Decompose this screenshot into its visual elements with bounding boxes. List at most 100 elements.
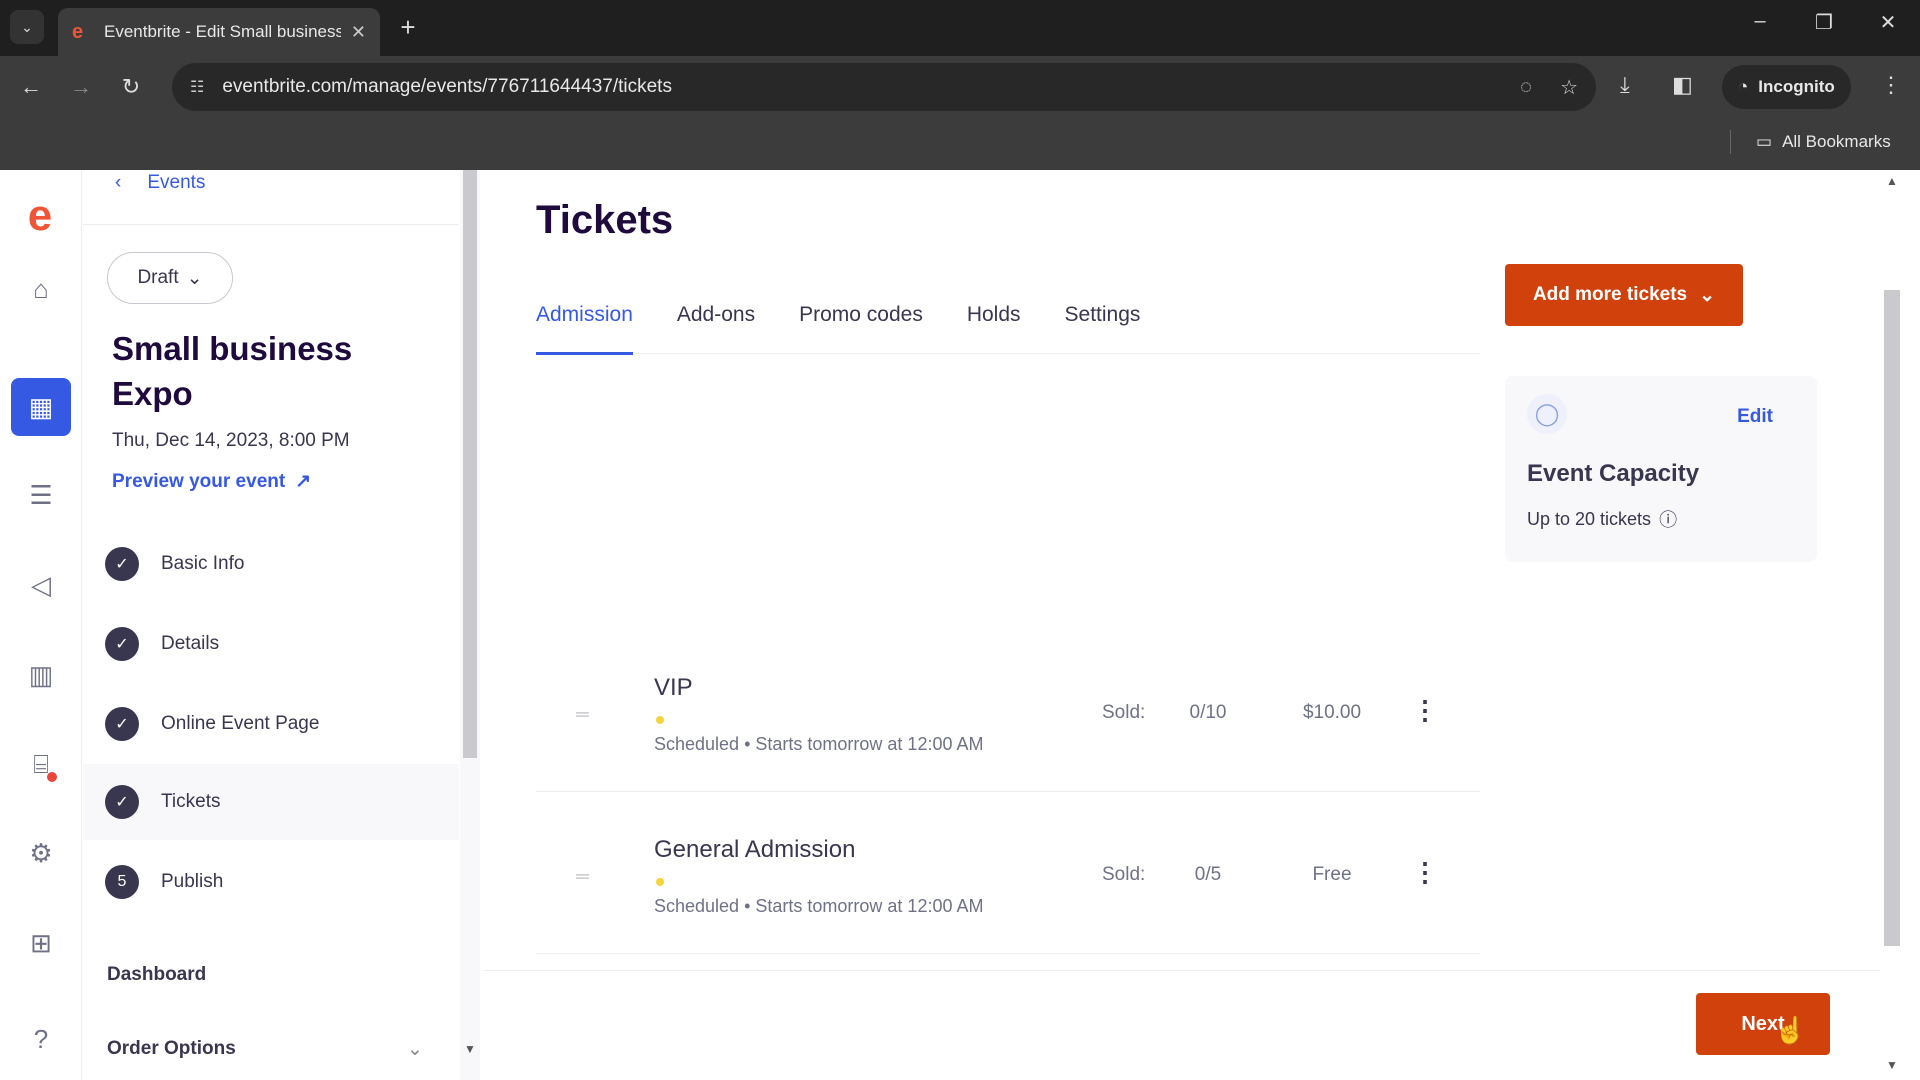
home-icon[interactable]: ⌂ [11, 260, 71, 318]
dashboard-link[interactable]: Dashboard [107, 964, 206, 986]
ticket-name: General Admission [654, 836, 856, 863]
main-content: Tickets Admission Add-ons Promo codes Ho… [484, 170, 1880, 1080]
dashboard-label: Dashboard [107, 964, 207, 985]
ticket-tabs: Admission Add-ons Promo codes Holds Sett… [536, 302, 1480, 355]
scroll-up-icon[interactable]: ▲ [1886, 174, 1898, 188]
back-icon[interactable]: ← [14, 70, 48, 104]
reload-icon[interactable]: ↻ [114, 70, 148, 104]
browser-menu-icon[interactable]: ⋮ [1880, 72, 1902, 98]
main-scrollbar[interactable]: ▲ ▼ [1880, 170, 1920, 1080]
tab-admission[interactable]: Admission [536, 302, 633, 355]
page-title: Tickets [536, 198, 674, 242]
eye-off-icon[interactable]: ◌ [1520, 76, 1532, 99]
left-rail: e ⌂ ▦ ☰ ◁ ▥ ⌸ ⚙ ⊞ ? [0, 170, 82, 1080]
step-basic-info[interactable]: ✓ Basic Info [83, 526, 459, 602]
step-tickets[interactable]: ✓ Tickets [83, 764, 459, 840]
bookmark-star-icon[interactable]: ☆ [1560, 75, 1578, 100]
event-capacity-card: ◯ Edit Event Capacity Up to 20 tickets ⓘ [1505, 376, 1817, 562]
tab-settings[interactable]: Settings [1065, 302, 1141, 354]
download-icon[interactable]: ⤓ [1620, 72, 1630, 98]
sidebar-scroll-thumb[interactable] [463, 170, 477, 758]
minimize-icon[interactable]: – [1740, 10, 1780, 33]
orders-list-icon[interactable]: ☰ [11, 466, 71, 524]
incognito-label: Incognito [1758, 77, 1835, 96]
more-options-icon[interactable]: ⋮ [1410, 690, 1440, 730]
event-sidebar: ‹ Events Draft ⌄ Small business Expo Thu… [83, 170, 483, 1080]
incognito-icon: ◔ [1738, 77, 1749, 96]
order-options-link[interactable]: Order Options ⌄ [107, 1038, 423, 1060]
eventbrite-app: e ⌂ ▦ ☰ ◁ ▥ ⌸ ⚙ ⊞ ? ‹ Events Draft ⌄ Sma… [0, 170, 1920, 1080]
main-scroll-thumb[interactable] [1884, 290, 1900, 946]
step-label: Basic Info [161, 553, 245, 574]
step-publish[interactable]: 5 Publish [83, 844, 459, 920]
ticket-schedule: Scheduled • Starts tomorrow at 12:00 AM [654, 896, 984, 916]
step-label: Details [161, 633, 220, 654]
help-icon[interactable]: ? [11, 1010, 71, 1068]
drag-handle-icon[interactable]: ═ [576, 704, 589, 725]
more-options-icon[interactable]: ⋮ [1410, 852, 1440, 892]
site-info-icon[interactable]: ☷ [190, 77, 204, 97]
status-dot [656, 878, 664, 886]
external-link-icon: ↗ [295, 471, 312, 492]
tab-promo-codes[interactable]: Promo codes [799, 302, 923, 354]
ticket-status: Scheduled [654, 896, 740, 916]
reports-chart-icon[interactable]: ▥ [11, 646, 71, 704]
sold-count: 0/10 [1189, 702, 1227, 723]
capacity-subtitle: Up to 20 tickets ⓘ [1527, 506, 1677, 532]
step-label: Publish [161, 871, 224, 892]
info-icon[interactable]: ⓘ [1659, 506, 1677, 532]
calendar-icon[interactable]: ▦ [11, 378, 71, 436]
status-dropdown[interactable]: Draft ⌄ [107, 252, 233, 304]
browser-toolbar: ← → ↻ ☷ eventbrite.com/manage/events/776… [0, 56, 1920, 118]
bookmarks-divider [1730, 130, 1731, 154]
capacity-title: Event Capacity [1527, 460, 1700, 487]
preview-label: Preview your event [112, 470, 286, 492]
status-label: Draft [137, 267, 179, 288]
event-date: Thu, Dec 14, 2023, 8:00 PM [112, 430, 350, 451]
preview-event-link[interactable]: Preview your event ↗ [112, 470, 311, 493]
browser-tab[interactable]: e Eventbrite - Edit Small business ✕ [58, 8, 380, 56]
add-more-tickets-button[interactable]: Add more tickets ⌄ [1505, 264, 1743, 326]
ticket-row[interactable]: ═ General Admission Scheduled • Starts t… [536, 792, 1480, 954]
sidebar-scrollbar[interactable]: ▼ [460, 170, 480, 1080]
edit-capacity-link[interactable]: Edit [1737, 406, 1773, 428]
finance-bank-icon[interactable]: ⌸ [11, 736, 71, 794]
address-bar[interactable]: ☷ eventbrite.com/manage/events/776711644… [172, 63, 1596, 111]
eventbrite-logo-icon[interactable]: e [20, 194, 60, 238]
ticket-status: Scheduled [654, 734, 740, 754]
sold-label: Sold: [1102, 864, 1146, 885]
tab-search-button[interactable]: ⌄ [10, 10, 44, 44]
step-label: Online Event Page [161, 713, 320, 734]
tab-holds[interactable]: Holds [967, 302, 1021, 354]
back-to-events-link[interactable]: ‹ Events [115, 172, 205, 194]
ticket-name: VIP [654, 674, 693, 701]
apps-grid-icon[interactable]: ⊞ [11, 914, 71, 972]
all-bookmarks-button[interactable]: ▭ All Bookmarks [1756, 132, 1891, 152]
tab-add-ons[interactable]: Add-ons [677, 302, 755, 354]
scroll-down-icon[interactable]: ▼ [1886, 1058, 1898, 1072]
url-text[interactable]: eventbrite.com/manage/events/77671164443… [222, 76, 1492, 98]
new-tab-button[interactable]: + [392, 12, 424, 44]
step-online-event-page[interactable]: ✓ Online Event Page [83, 686, 459, 762]
marketing-megaphone-icon[interactable]: ◁ [11, 556, 71, 614]
restore-icon[interactable]: ❐ [1804, 10, 1844, 35]
chevron-down-icon: ⌄ [407, 1039, 423, 1060]
window-close-icon[interactable]: ✕ [1868, 10, 1908, 35]
tab-close-icon[interactable]: ✕ [351, 22, 366, 43]
forward-icon[interactable]: → [64, 70, 98, 104]
browser-tab-bar: ⌄ e Eventbrite - Edit Small business ✕ +… [0, 0, 1920, 56]
eventbrite-favicon-icon: e [72, 21, 84, 43]
step-label: Tickets [161, 791, 221, 812]
incognito-badge[interactable]: ◔ Incognito [1722, 65, 1851, 109]
settings-gear-icon[interactable]: ⚙ [11, 824, 71, 882]
drag-handle-icon[interactable]: ═ [576, 866, 589, 887]
step-details[interactable]: ✓ Details [83, 606, 459, 682]
next-button[interactable]: Next [1696, 993, 1830, 1055]
add-more-tickets-label: Add more tickets [1532, 284, 1688, 305]
scroll-down-icon[interactable]: ▼ [464, 1042, 476, 1056]
side-panel-icon[interactable]: ◧ [1672, 72, 1693, 98]
ticket-start: Starts tomorrow at 12:00 AM [755, 896, 984, 916]
ticket-row[interactable]: ═ VIP Scheduled • Starts tomorrow at 12:… [536, 630, 1480, 792]
ticket-schedule: Scheduled • Starts tomorrow at 12:00 AM [654, 734, 984, 754]
hand-cursor-icon: ☝ [1774, 1015, 1807, 1045]
